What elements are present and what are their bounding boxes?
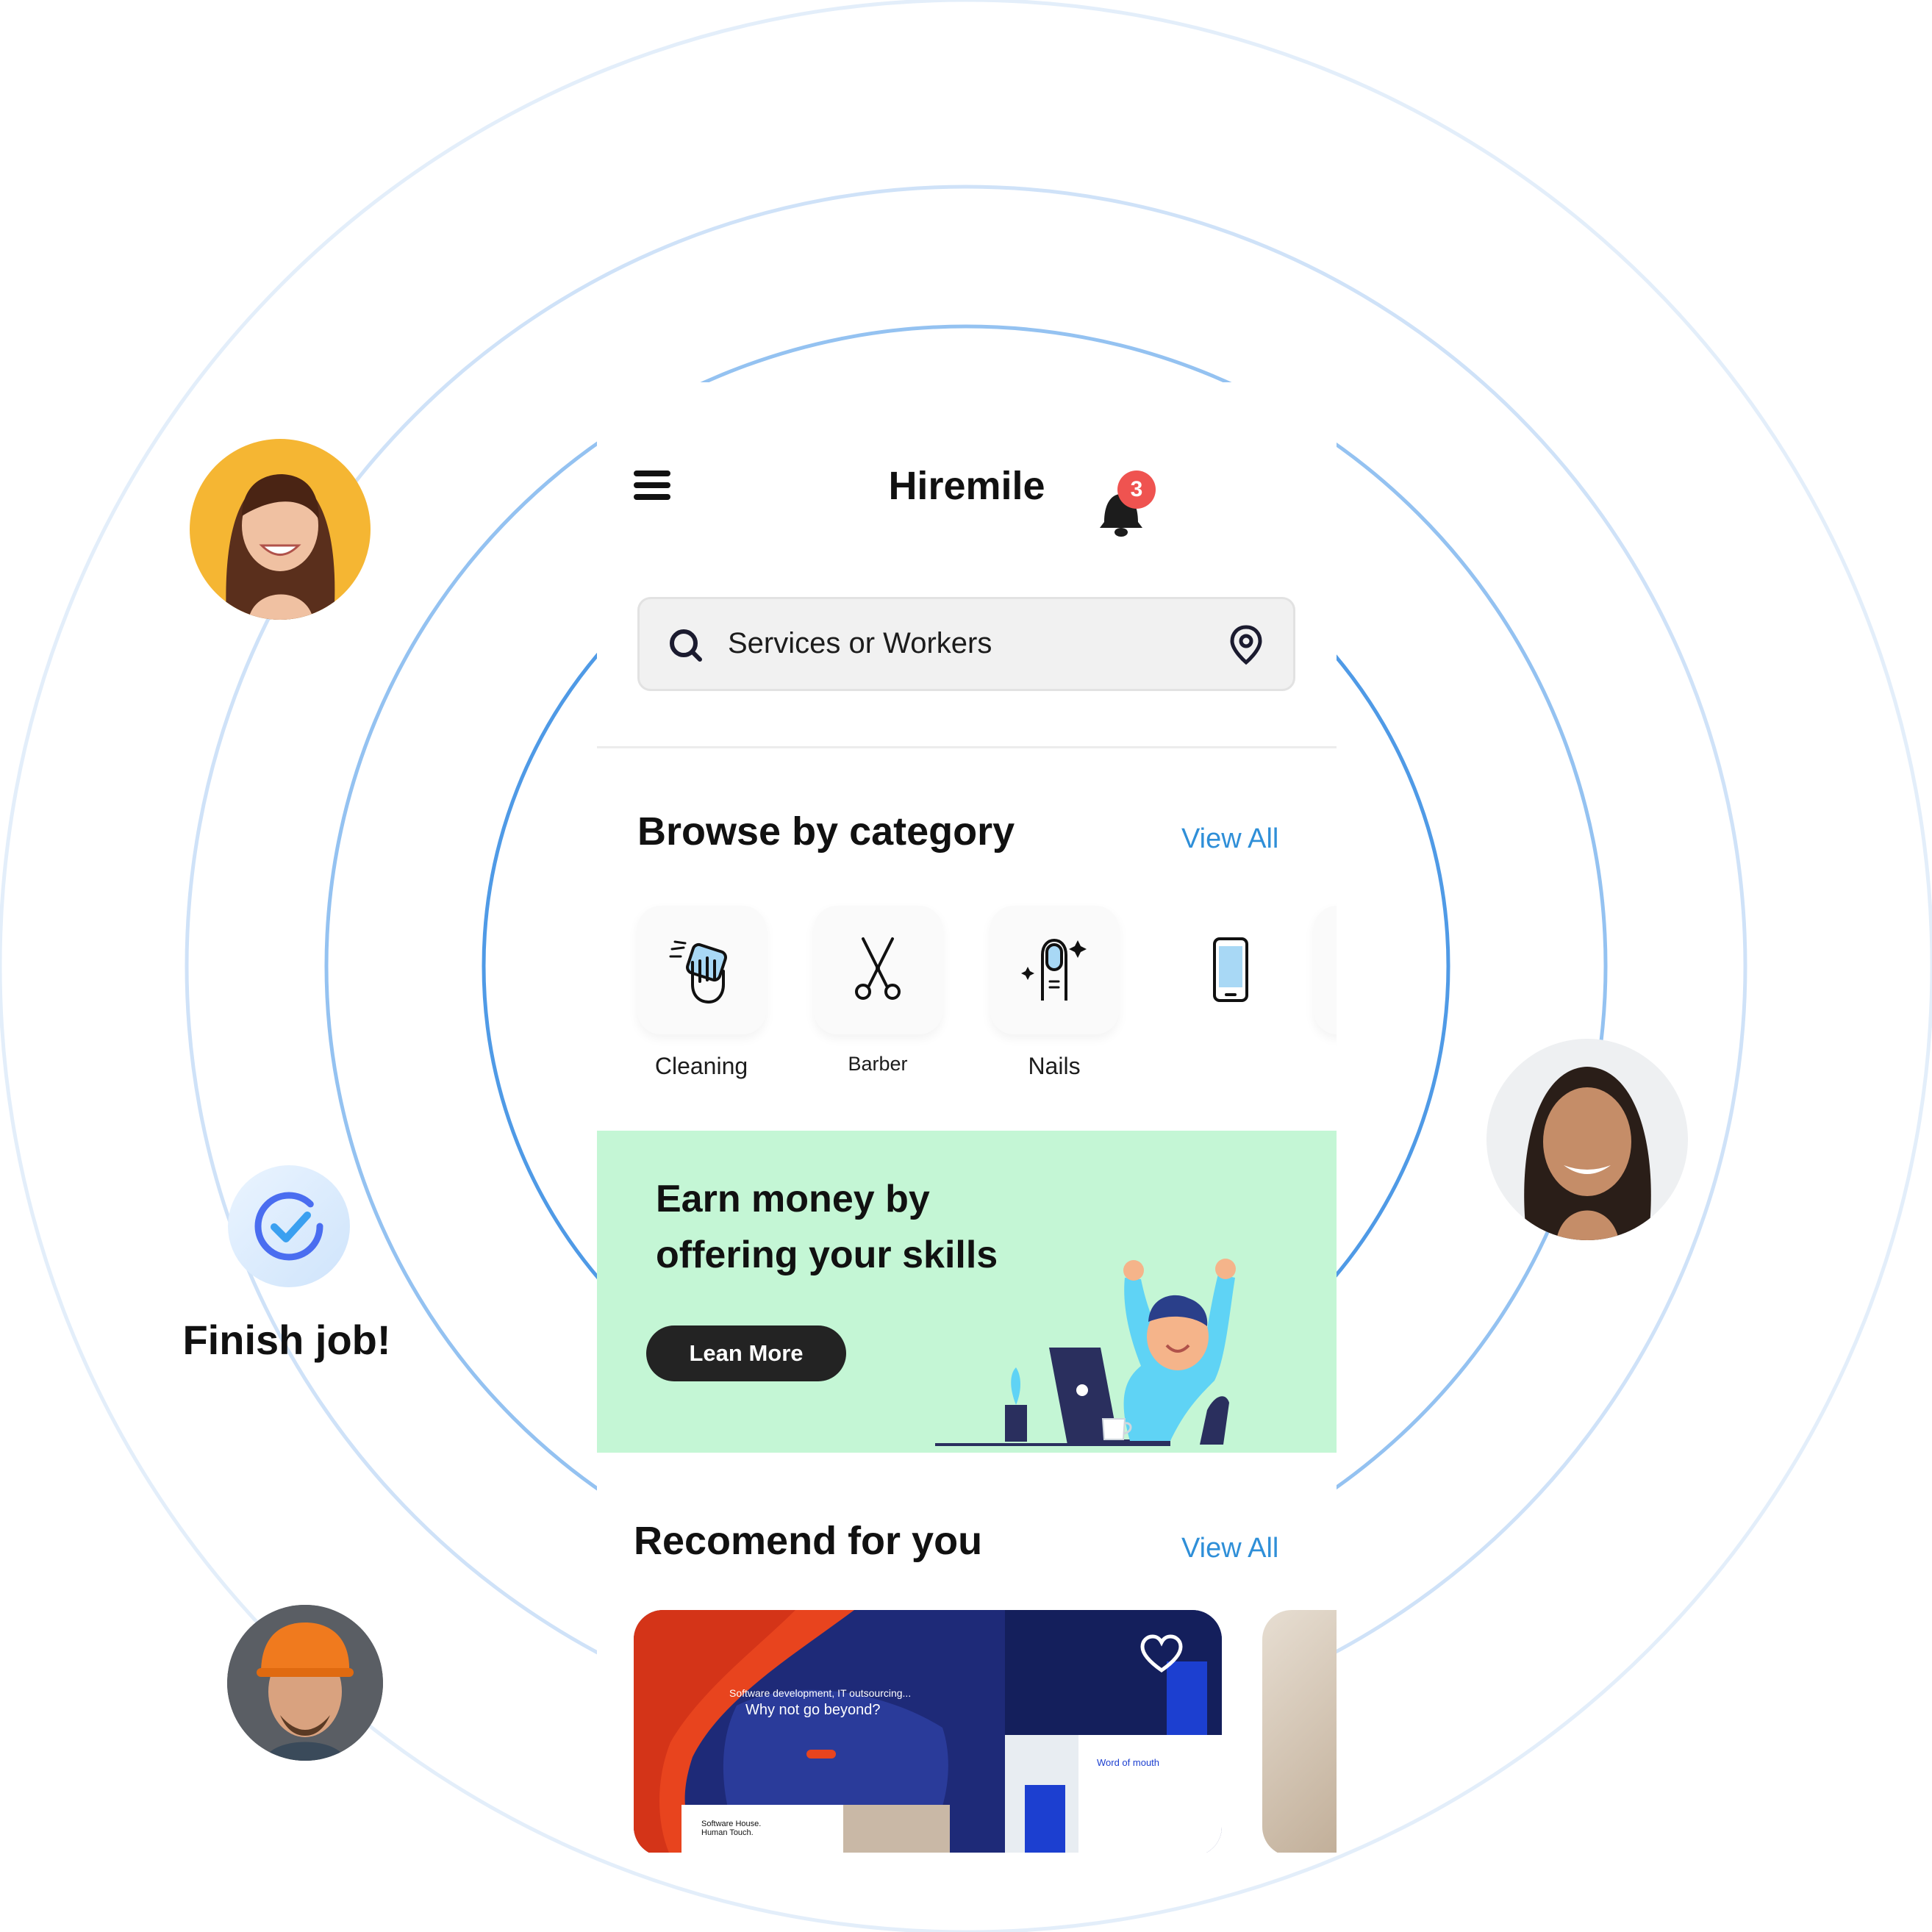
browse-category-title: Browse by category	[637, 809, 1015, 854]
recommend-title: Recomend for you	[634, 1519, 983, 1563]
search-icon	[670, 629, 702, 662]
card-heading-1: Software development, IT outsourcing...	[729, 1687, 912, 1699]
notifications-button[interactable]: 3	[1097, 471, 1156, 537]
check-circle-icon	[254, 1192, 323, 1261]
avatar-woman-yellow	[190, 439, 371, 620]
recommend-card[interactable]: Software development, IT outsourcing... …	[634, 1610, 1222, 1853]
category-partial[interactable]	[1314, 906, 1337, 1034]
categories-view-all-link[interactable]: View All	[1181, 823, 1278, 855]
avatar-woman-right	[1486, 1039, 1688, 1240]
category-label-barber: Barber	[848, 1053, 908, 1075]
header-divider	[597, 746, 1337, 748]
avatar-worker-helmet	[227, 1605, 383, 1761]
notification-badge: 3	[1117, 471, 1156, 509]
promo-banner: Earn money by offering your skills Lean …	[597, 1131, 1337, 1453]
category-label-nails: Nails	[1028, 1053, 1081, 1079]
card-quote: Word of mouth	[1097, 1757, 1160, 1768]
card-thumbnail	[634, 1610, 1222, 1853]
recommend-card-next[interactable]	[1262, 1610, 1337, 1853]
location-pin-icon[interactable]	[1228, 624, 1264, 665]
category-barber[interactable]	[814, 906, 942, 1034]
nail-icon	[1021, 938, 1087, 1001]
lean-more-button[interactable]: Lean More	[646, 1325, 846, 1381]
card-heading-2: Why not go beyond?	[745, 1702, 881, 1718]
smartphone-icon	[1213, 937, 1248, 1002]
app-screen: Hiremile 3 Services or Workers Browse by…	[597, 382, 1337, 1853]
scissors-icon	[855, 937, 901, 1000]
app-title: Hiremile	[888, 464, 1045, 508]
favorite-heart-icon[interactable]	[1139, 1634, 1184, 1675]
category-label-cleaning: Cleaning	[654, 1053, 748, 1079]
finish-job-label: Finish job!	[182, 1317, 391, 1363]
celebrating-person-illustration	[935, 1259, 1236, 1446]
finish-job-badge	[228, 1165, 350, 1287]
cleaning-hand-icon	[669, 940, 727, 1004]
search-input[interactable]: Services or Workers	[728, 627, 992, 660]
category-phone[interactable]	[1167, 906, 1295, 1034]
category-cleaning[interactable]	[637, 906, 766, 1034]
category-nails[interactable]	[990, 906, 1119, 1034]
recommend-view-all-link[interactable]: View All	[1181, 1533, 1278, 1564]
search-bar[interactable]: Services or Workers	[637, 597, 1295, 691]
card-tag: Software House. Human Touch.	[701, 1820, 762, 1837]
